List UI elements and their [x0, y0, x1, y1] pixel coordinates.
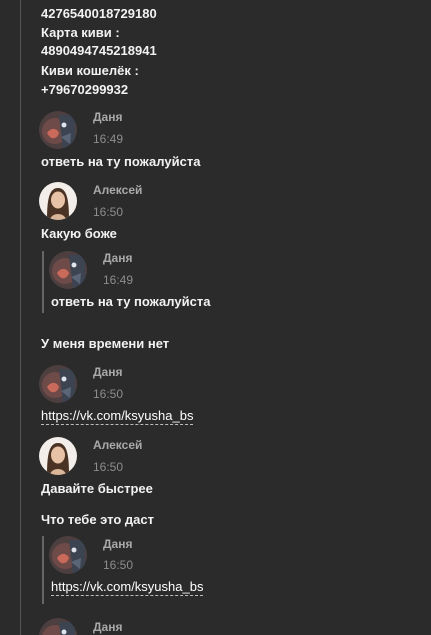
message-time: 16:50: [93, 387, 124, 401]
card-number-line: 4276540018729180: [41, 6, 157, 21]
message-time: 16:50: [93, 205, 124, 219]
quoted-time: 16:49: [103, 273, 134, 287]
quoted-text: ответь на ту пожалуйста: [51, 294, 211, 309]
anime-avatar-icon: [39, 111, 77, 149]
message-text: У меня времени нет: [41, 336, 170, 351]
message-author[interactable]: Даня: [93, 365, 122, 379]
message-text: Что тебе это даст: [41, 512, 155, 527]
quoted-link[interactable]: https://vk.com/ksyusha_bs: [51, 579, 204, 596]
quoted-danya-avatar[interactable]: [49, 251, 87, 289]
quoted-author[interactable]: Даня: [103, 537, 132, 551]
portrait-avatar-icon: [39, 437, 77, 475]
anime-avatar-icon: [39, 618, 77, 635]
quoted-author[interactable]: Даня: [103, 251, 132, 265]
message-text: ответь на ту пожалуйста: [41, 154, 201, 169]
message-author[interactable]: Алексей: [93, 438, 142, 452]
quote-bar: [42, 536, 44, 604]
danya-avatar[interactable]: [39, 618, 77, 635]
qiwi-wallet-label: Киви кошелёк :: [41, 63, 139, 78]
portrait-avatar-icon: [39, 182, 77, 220]
anime-avatar-icon: [49, 536, 87, 574]
message-link[interactable]: https://vk.com/ksyusha_bs: [41, 408, 194, 425]
quoted-time: 16:50: [103, 558, 134, 572]
message-text: Давайте быстрее: [41, 481, 153, 496]
aleksey-avatar[interactable]: [39, 182, 77, 220]
danya-avatar[interactable]: [39, 365, 77, 403]
anime-avatar-icon: [49, 251, 87, 289]
message-author[interactable]: Даня: [93, 110, 122, 124]
message-time: 16:50: [93, 460, 124, 474]
message-author[interactable]: Алексей: [93, 183, 142, 197]
history-left-border: [20, 0, 21, 635]
qiwi-card-number: 4890494745218941: [41, 43, 157, 58]
qiwi-card-label: Карта киви :: [41, 25, 120, 40]
qiwi-wallet-number: +79670299932: [41, 82, 129, 97]
aleksey-avatar[interactable]: [39, 437, 77, 475]
message-author[interactable]: Даня: [93, 620, 122, 634]
quote-bar: [42, 251, 44, 313]
danya-avatar[interactable]: [39, 111, 77, 149]
quoted-danya-avatar[interactable]: [49, 536, 87, 574]
message-time: 16:49: [93, 132, 124, 146]
message-text: Какую боже: [41, 226, 117, 241]
anime-avatar-icon: [39, 365, 77, 403]
chat-history: 4276540018729180 Карта киви : 4890494745…: [0, 0, 431, 635]
